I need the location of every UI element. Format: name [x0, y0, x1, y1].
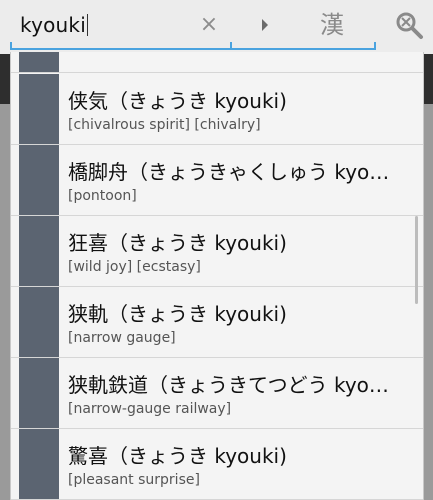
result-gloss: [narrow-gauge railway] — [68, 401, 232, 417]
kanji-button[interactable]: 漢 — [320, 5, 344, 40]
search-input[interactable]: kyouki — [20, 13, 89, 37]
result-gloss: [chivalrous spirit] [chivalry] — [68, 117, 261, 133]
result-word: 橋脚舟（きょうきゃくしゅう kyo… — [68, 160, 390, 184]
result-word: 狭軌鉄道（きょうきてつどう kyo… — [68, 373, 389, 397]
play-icon — [262, 19, 268, 31]
scrollbar[interactable] — [415, 216, 418, 304]
suggestion-dropdown: 侠気（きょうき kyouki) [chivalrous spirit] [chi… — [10, 52, 424, 500]
result-gloss: [pontoon] — [68, 188, 137, 204]
list-item[interactable]: 狭軌鉄道（きょうきてつどう kyo… [narrow-gauge railway… — [11, 358, 423, 429]
list-item-partial[interactable] — [11, 52, 423, 73]
row-marker — [19, 74, 59, 144]
play-button[interactable] — [258, 14, 272, 36]
list-item[interactable]: 驚喜（きょうき kyouki) [pleasant surprise] — [11, 429, 423, 500]
search-bar: kyouki × 漢 — [0, 0, 433, 54]
zoom-icon — [396, 12, 423, 39]
kanji-label: 漢 — [320, 11, 344, 39]
list-item[interactable]: 侠気（きょうき kyouki) [chivalrous spirit] [chi… — [11, 74, 423, 145]
search-query: kyouki — [20, 13, 86, 37]
row-marker — [19, 145, 59, 215]
row-marker — [19, 429, 59, 499]
result-word: 驚喜（きょうき kyouki) — [68, 444, 287, 468]
play-underline — [232, 42, 376, 50]
result-gloss: [wild joy] [ecstasy] — [68, 259, 201, 275]
search-input-underline — [10, 42, 232, 50]
result-gloss: [pleasant surprise] — [68, 472, 200, 488]
result-gloss: [narrow gauge] — [68, 330, 176, 346]
row-marker — [19, 287, 59, 357]
clear-button[interactable]: × — [198, 12, 220, 38]
row-marker — [19, 216, 59, 286]
zoom-button[interactable] — [394, 10, 424, 40]
row-marker — [19, 358, 59, 428]
list-item[interactable]: 狭軌（きょうき kyouki) [narrow gauge] — [11, 287, 423, 358]
close-icon: × — [199, 12, 219, 37]
row-marker — [19, 52, 59, 72]
result-word: 狂喜（きょうき kyouki) — [68, 231, 287, 255]
text-caret — [86, 14, 89, 36]
result-word: 狭軌（きょうき kyouki) — [68, 302, 287, 326]
list-item[interactable]: 狂喜（きょうき kyouki) [wild joy] [ecstasy] — [11, 216, 423, 287]
list-item[interactable]: 橋脚舟（きょうきゃくしゅう kyo… [pontoon] — [11, 145, 423, 216]
result-word: 侠気（きょうき kyouki) — [68, 89, 287, 113]
